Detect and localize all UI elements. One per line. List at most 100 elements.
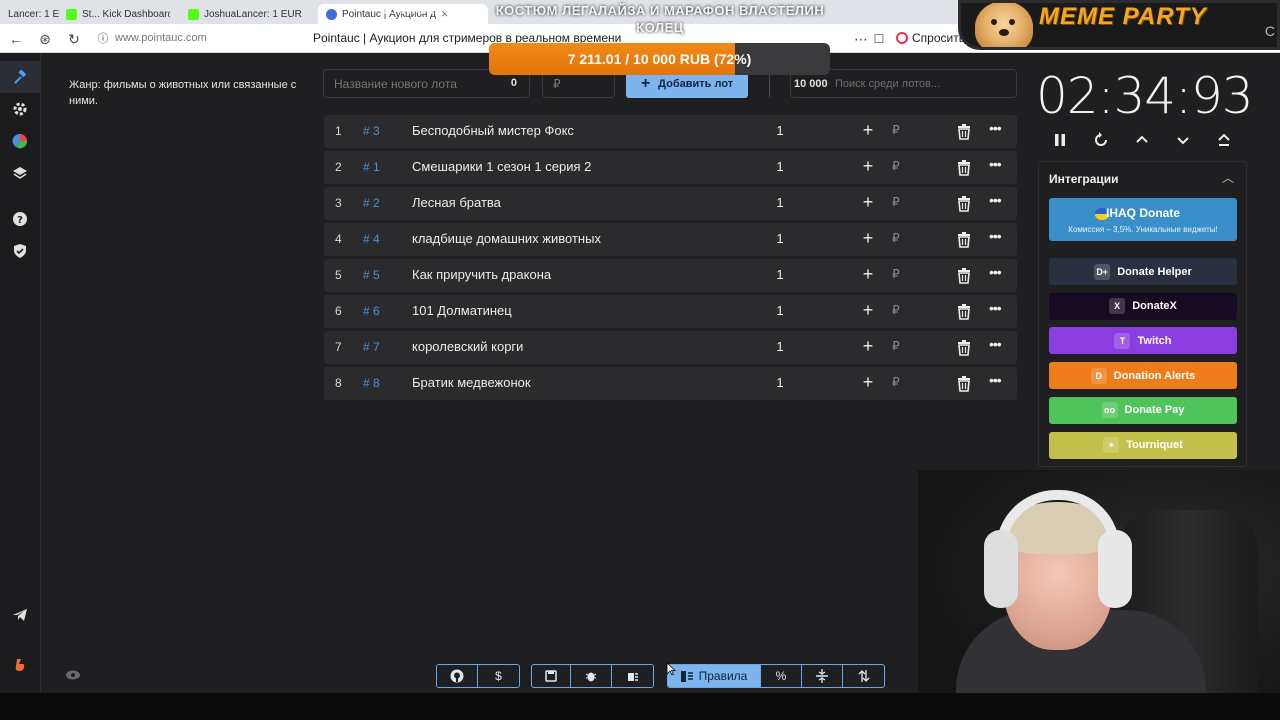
delete-trash-icon[interactable] [957,232,971,248]
add-amount-icon[interactable]: + [860,228,876,249]
lot-amount[interactable]: 1 [774,231,786,246]
percent-button[interactable]: % [761,665,802,687]
lot-number-link[interactable]: # 4 [363,232,380,246]
compress-button[interactable] [802,665,843,687]
lot-number-link[interactable]: # 7 [363,340,380,354]
more-options-icon[interactable]: ••• [989,192,1002,208]
lot-amount[interactable]: 1 [774,159,786,174]
shield-icon[interactable] [0,235,40,267]
add-amount-icon[interactable]: + [860,300,876,321]
lot-amount[interactable]: 1 [774,375,786,390]
lot-amount[interactable]: 1 [774,339,786,354]
lot-number-link[interactable]: # 8 [363,376,380,390]
lot-amount[interactable]: 1 [774,123,786,138]
lot-name[interactable]: Братик медвежонок [412,375,531,390]
telegram-icon[interactable] [0,599,40,631]
url-text[interactable]: www.pointauc.com [115,32,207,44]
auction-gavel-icon[interactable] [0,61,40,93]
chevron-up-icon[interactable] [1131,129,1153,151]
lot-name[interactable]: Бесподобный мистер Фокс [412,123,574,138]
help-icon[interactable]: ? [0,203,40,235]
browser-tab[interactable]: Lancer: 1 EUR [0,4,60,24]
chevron-down-icon[interactable] [1172,129,1194,151]
integration-button[interactable]: ✶ Tourniquet [1049,431,1237,459]
sort-button[interactable] [843,665,884,687]
lot-amount[interactable]: 1 [774,267,786,282]
integration-button[interactable]: D Donation Alerts [1049,362,1237,390]
lot-number-link[interactable]: # 5 [363,268,380,282]
lot-row[interactable]: 2 # 1 Смешарики 1 сезон 1 серия 2 1 + ₽ ••• [324,151,1017,184]
more-dots-icon[interactable]: ⋯ [851,29,871,49]
more-options-icon[interactable]: ••• [989,120,1002,136]
back-icon[interactable]: ← [6,29,26,49]
integration-button[interactable]: T Twitch [1049,327,1237,355]
boosty-icon[interactable] [0,649,40,681]
lot-row[interactable]: 8 # 8 Братик медвежонок 1 + ₽ ••• [324,367,1017,400]
donate-dollar-button[interactable]: $ [478,665,519,687]
pause-icon[interactable] [1049,129,1071,151]
ask-button[interactable]: Спросить [896,31,965,45]
double-chevron-up-icon[interactable] [1213,129,1235,151]
lot-name[interactable]: королевский корги [412,339,523,354]
more-options-icon[interactable]: ••• [989,156,1002,172]
bookmark-icon[interactable]: ☐ [869,29,889,49]
add-amount-icon[interactable]: + [860,264,876,285]
more-options-icon[interactable]: ••• [989,264,1002,280]
lot-number-link[interactable]: # 1 [363,160,380,174]
lot-row[interactable]: 1 # 3 Бесподобный мистер Фокс 1 + ₽ ••• [324,115,1017,148]
lot-name[interactable]: Лесная братва [412,195,501,210]
github-button[interactable] [437,665,478,687]
more-options-icon[interactable]: ••• [989,300,1002,316]
add-amount-icon[interactable]: + [860,336,876,357]
add-amount-icon[interactable]: + [860,192,876,213]
collapse-caret-icon[interactable]: ︿ [1222,169,1234,186]
lot-amount[interactable]: 1 [774,303,786,318]
lot-name[interactable]: кладбище домашних животных [412,231,601,246]
delete-trash-icon[interactable] [957,196,971,212]
lot-row[interactable]: 7 # 7 королевский корги 1 + ₽ ••• [324,331,1017,364]
lot-number-link[interactable]: # 2 [363,196,380,210]
ihaq-donate-button[interactable]: IHAQ Donate Комиссия – 3,5%. Уникальные … [1049,198,1237,241]
wheel-pie-icon[interactable] [0,125,40,157]
delete-trash-icon[interactable] [957,160,971,176]
visibility-eye-icon[interactable] [66,670,80,680]
add-amount-icon[interactable]: + [860,372,876,393]
add-amount-icon[interactable]: + [860,120,876,141]
home-icon[interactable]: ⊛ [35,29,55,49]
lot-row[interactable]: 4 # 4 кладбище домашних животных 1 + ₽ ••• [324,223,1017,256]
browser-tab[interactable]: JoshuaLancer: 1 EUR [180,4,310,24]
lot-row[interactable]: 5 # 5 Как приручить дракона 1 + ₽ ••• [324,259,1017,292]
lot-number-link[interactable]: # 6 [363,304,380,318]
integration-button[interactable]: X DonateX [1049,292,1237,320]
clear-list-button[interactable] [612,665,653,687]
more-options-icon[interactable]: ••• [989,228,1002,244]
delete-trash-icon[interactable] [957,376,971,392]
delete-trash-icon[interactable] [957,340,971,356]
integration-button[interactable]: oo Donate Pay [1049,396,1237,424]
currency-icon: ₽ [892,339,900,353]
save-button[interactable] [532,665,571,687]
delete-trash-icon[interactable] [957,124,971,140]
lot-name[interactable]: 101 Долматинец [412,303,512,318]
more-options-icon[interactable]: ••• [989,372,1002,388]
lot-number-link[interactable]: # 3 [363,124,380,138]
delete-trash-icon[interactable] [957,304,971,320]
rules-button[interactable]: Правила [668,665,761,687]
reset-icon[interactable] [1090,129,1112,151]
settings-gear-icon[interactable] [0,93,40,125]
lot-row[interactable]: 6 # 6 101 Долматинец 1 + ₽ ••• [324,295,1017,328]
ihaq-donate-subtitle: Комиссия – 3,5%. Уникальные виджеты! [1068,225,1218,234]
browser-tab[interactable]: St... Kick Dashboard [58,4,170,24]
lot-row[interactable]: 3 # 2 Лесная братва 1 + ₽ ••• [324,187,1017,220]
integration-button[interactable]: D+ Donate Helper [1049,258,1237,285]
lot-name[interactable]: Как приручить дракона [412,267,551,282]
more-options-icon[interactable]: ••• [989,336,1002,352]
lot-name[interactable]: Смешарики 1 сезон 1 серия 2 [412,159,591,174]
bug-report-button[interactable] [571,665,612,687]
layers-icon[interactable] [0,157,40,189]
delete-trash-icon[interactable] [957,268,971,284]
reload-icon[interactable]: ↻ [64,29,84,49]
lot-amount[interactable]: 1 [774,195,786,210]
add-amount-icon[interactable]: + [860,156,876,177]
site-info-icon[interactable]: ⓘ [93,29,113,49]
